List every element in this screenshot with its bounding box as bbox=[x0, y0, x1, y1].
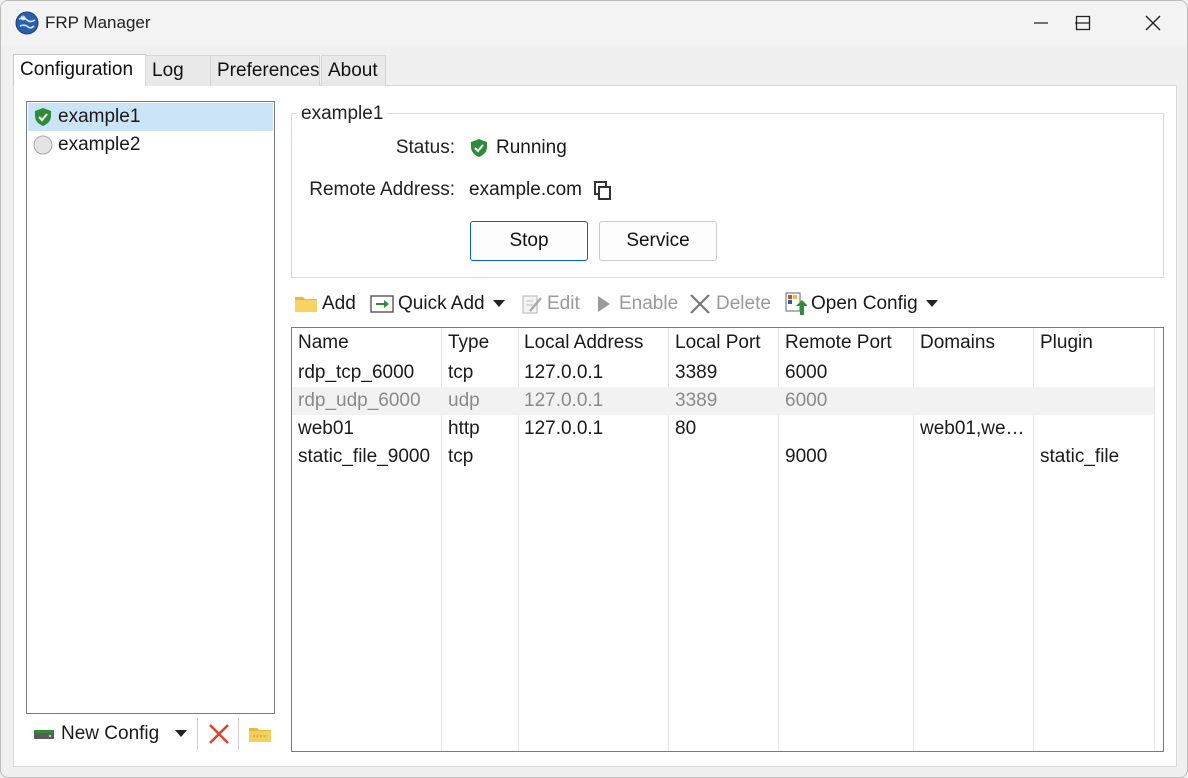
edit-label: Edit bbox=[547, 293, 580, 314]
cell-remote-port: 9000 bbox=[785, 446, 828, 467]
service-label: Service bbox=[626, 230, 690, 251]
remote-address-value: example.com bbox=[469, 179, 582, 200]
stop-button[interactable]: Stop bbox=[470, 221, 588, 261]
app-window: FRP Manager Configuration Log Preference… bbox=[0, 0, 1188, 778]
chevron-down-icon bbox=[492, 300, 505, 307]
tab-log[interactable]: Log bbox=[145, 55, 211, 86]
table-row[interactable]: rdp_tcp_6000 tcp 127.0.0.1 3389 6000 bbox=[292, 359, 1154, 387]
stopped-circle-icon bbox=[33, 135, 53, 155]
config-item-example2[interactable]: example2 bbox=[28, 131, 273, 159]
delete-x-icon bbox=[690, 294, 710, 314]
edit-proxy-button[interactable]: Edit bbox=[521, 289, 580, 319]
cell-local-port: 80 bbox=[675, 418, 697, 439]
column-header-remote-port[interactable]: Remote Port bbox=[785, 332, 892, 354]
new-config-button[interactable]: New Config bbox=[33, 717, 193, 751]
quick-add-label: Quick Add bbox=[398, 293, 485, 314]
enable-label: Enable bbox=[619, 293, 679, 314]
open-config-label: Open Config bbox=[811, 293, 918, 314]
tab-label: Preferences bbox=[217, 60, 320, 81]
cell-type: tcp bbox=[448, 362, 474, 383]
column-header-local-address[interactable]: Local Address bbox=[524, 332, 643, 354]
cell-name: rdp_tcp_6000 bbox=[298, 362, 415, 383]
delete-proxy-button[interactable]: Delete bbox=[688, 289, 771, 319]
cell-type: http bbox=[448, 418, 480, 439]
cell-plugin: static_file bbox=[1040, 446, 1120, 467]
title-bar: FRP Manager bbox=[1, 1, 1187, 45]
column-header-plugin[interactable]: Plugin bbox=[1040, 332, 1093, 354]
table-row[interactable]: web01 http 127.0.0.1 80 web01,we… bbox=[292, 415, 1154, 443]
tab-label: Configuration bbox=[20, 59, 134, 80]
shield-check-icon bbox=[35, 108, 51, 126]
add-label: Add bbox=[322, 293, 356, 314]
open-folder-button[interactable] bbox=[246, 717, 274, 751]
cell-type: udp bbox=[448, 390, 480, 411]
config-name: example1 bbox=[58, 106, 141, 127]
group-title: example1 bbox=[297, 103, 388, 125]
cell-remote-port: 6000 bbox=[785, 390, 828, 411]
cell-local-address: 127.0.0.1 bbox=[524, 390, 604, 411]
cell-name: static_file_9000 bbox=[298, 446, 431, 467]
shield-check-icon bbox=[471, 139, 487, 157]
window-title: FRP Manager bbox=[45, 13, 151, 32]
table-row[interactable]: rdp_udp_6000 udp 127.0.0.1 3389 6000 bbox=[292, 387, 1154, 415]
chevron-down-icon bbox=[175, 730, 188, 737]
minimize-icon bbox=[1034, 22, 1048, 24]
maximize-icon bbox=[1075, 15, 1091, 31]
status-text: Running bbox=[496, 137, 567, 158]
open-config-button[interactable]: Open Config bbox=[785, 289, 938, 319]
cell-type: tcp bbox=[448, 446, 474, 467]
cell-local-address: 127.0.0.1 bbox=[524, 362, 604, 383]
quick-add-icon bbox=[370, 295, 394, 313]
enable-proxy-button[interactable]: Enable bbox=[595, 289, 678, 319]
delete-label: Delete bbox=[716, 293, 771, 314]
column-header-local-port[interactable]: Local Port bbox=[675, 332, 761, 354]
config-item-example1[interactable]: example1 bbox=[28, 103, 273, 131]
service-button[interactable]: Service bbox=[599, 221, 717, 261]
cell-name: rdp_udp_6000 bbox=[298, 390, 421, 411]
app-globe-icon bbox=[15, 11, 39, 35]
close-icon bbox=[1145, 15, 1161, 31]
close-button[interactable] bbox=[1123, 1, 1183, 45]
cell-local-address: 127.0.0.1 bbox=[524, 418, 604, 439]
cell-local-port: 3389 bbox=[675, 390, 718, 411]
quick-add-button[interactable]: Quick Add bbox=[370, 289, 505, 319]
status-label: Status: bbox=[395, 137, 455, 158]
cell-domains: web01,we… bbox=[920, 418, 1025, 439]
open-config-icon bbox=[785, 292, 807, 315]
tab-label: Log bbox=[152, 60, 184, 81]
new-config-label: New Config bbox=[61, 723, 160, 744]
tab-label: About bbox=[328, 60, 378, 81]
delete-x-icon bbox=[209, 724, 229, 744]
status-value: Running bbox=[469, 137, 567, 159]
table-row[interactable]: static_file_9000 tcp 9000 static_file bbox=[292, 443, 1154, 471]
divider bbox=[238, 718, 239, 750]
delete-config-button[interactable] bbox=[205, 717, 233, 751]
copy-button[interactable] bbox=[592, 181, 612, 201]
column-header-domains[interactable]: Domains bbox=[920, 332, 995, 354]
chevron-down-icon bbox=[925, 300, 938, 307]
cell-name: web01 bbox=[298, 418, 354, 439]
stop-label: Stop bbox=[509, 230, 549, 251]
cell-remote-port: 6000 bbox=[785, 362, 828, 383]
column-divider bbox=[1154, 328, 1155, 751]
edit-icon bbox=[522, 295, 542, 314]
new-config-icon bbox=[34, 730, 54, 739]
proxy-table[interactable]: Name Type Local Address Local Port Remot… bbox=[291, 327, 1164, 752]
add-proxy-button[interactable]: Add bbox=[294, 289, 356, 319]
column-header-name[interactable]: Name bbox=[298, 332, 349, 354]
remote-address-label: Remote Address: bbox=[309, 179, 455, 200]
config-list[interactable]: example1 example2 bbox=[26, 101, 275, 714]
copy-icon bbox=[594, 181, 611, 200]
tab-preferences[interactable]: Preferences bbox=[210, 55, 320, 86]
config-name: example2 bbox=[58, 134, 141, 155]
maximize-button[interactable] bbox=[1053, 1, 1113, 45]
divider bbox=[197, 718, 198, 750]
column-header-type[interactable]: Type bbox=[448, 332, 489, 354]
cell-local-port: 3389 bbox=[675, 362, 718, 383]
play-icon bbox=[598, 296, 610, 312]
folder-icon bbox=[249, 728, 271, 742]
tab-about[interactable]: About bbox=[321, 55, 386, 86]
folder-add-icon bbox=[295, 297, 317, 312]
tab-configuration[interactable]: Configuration bbox=[13, 54, 146, 86]
